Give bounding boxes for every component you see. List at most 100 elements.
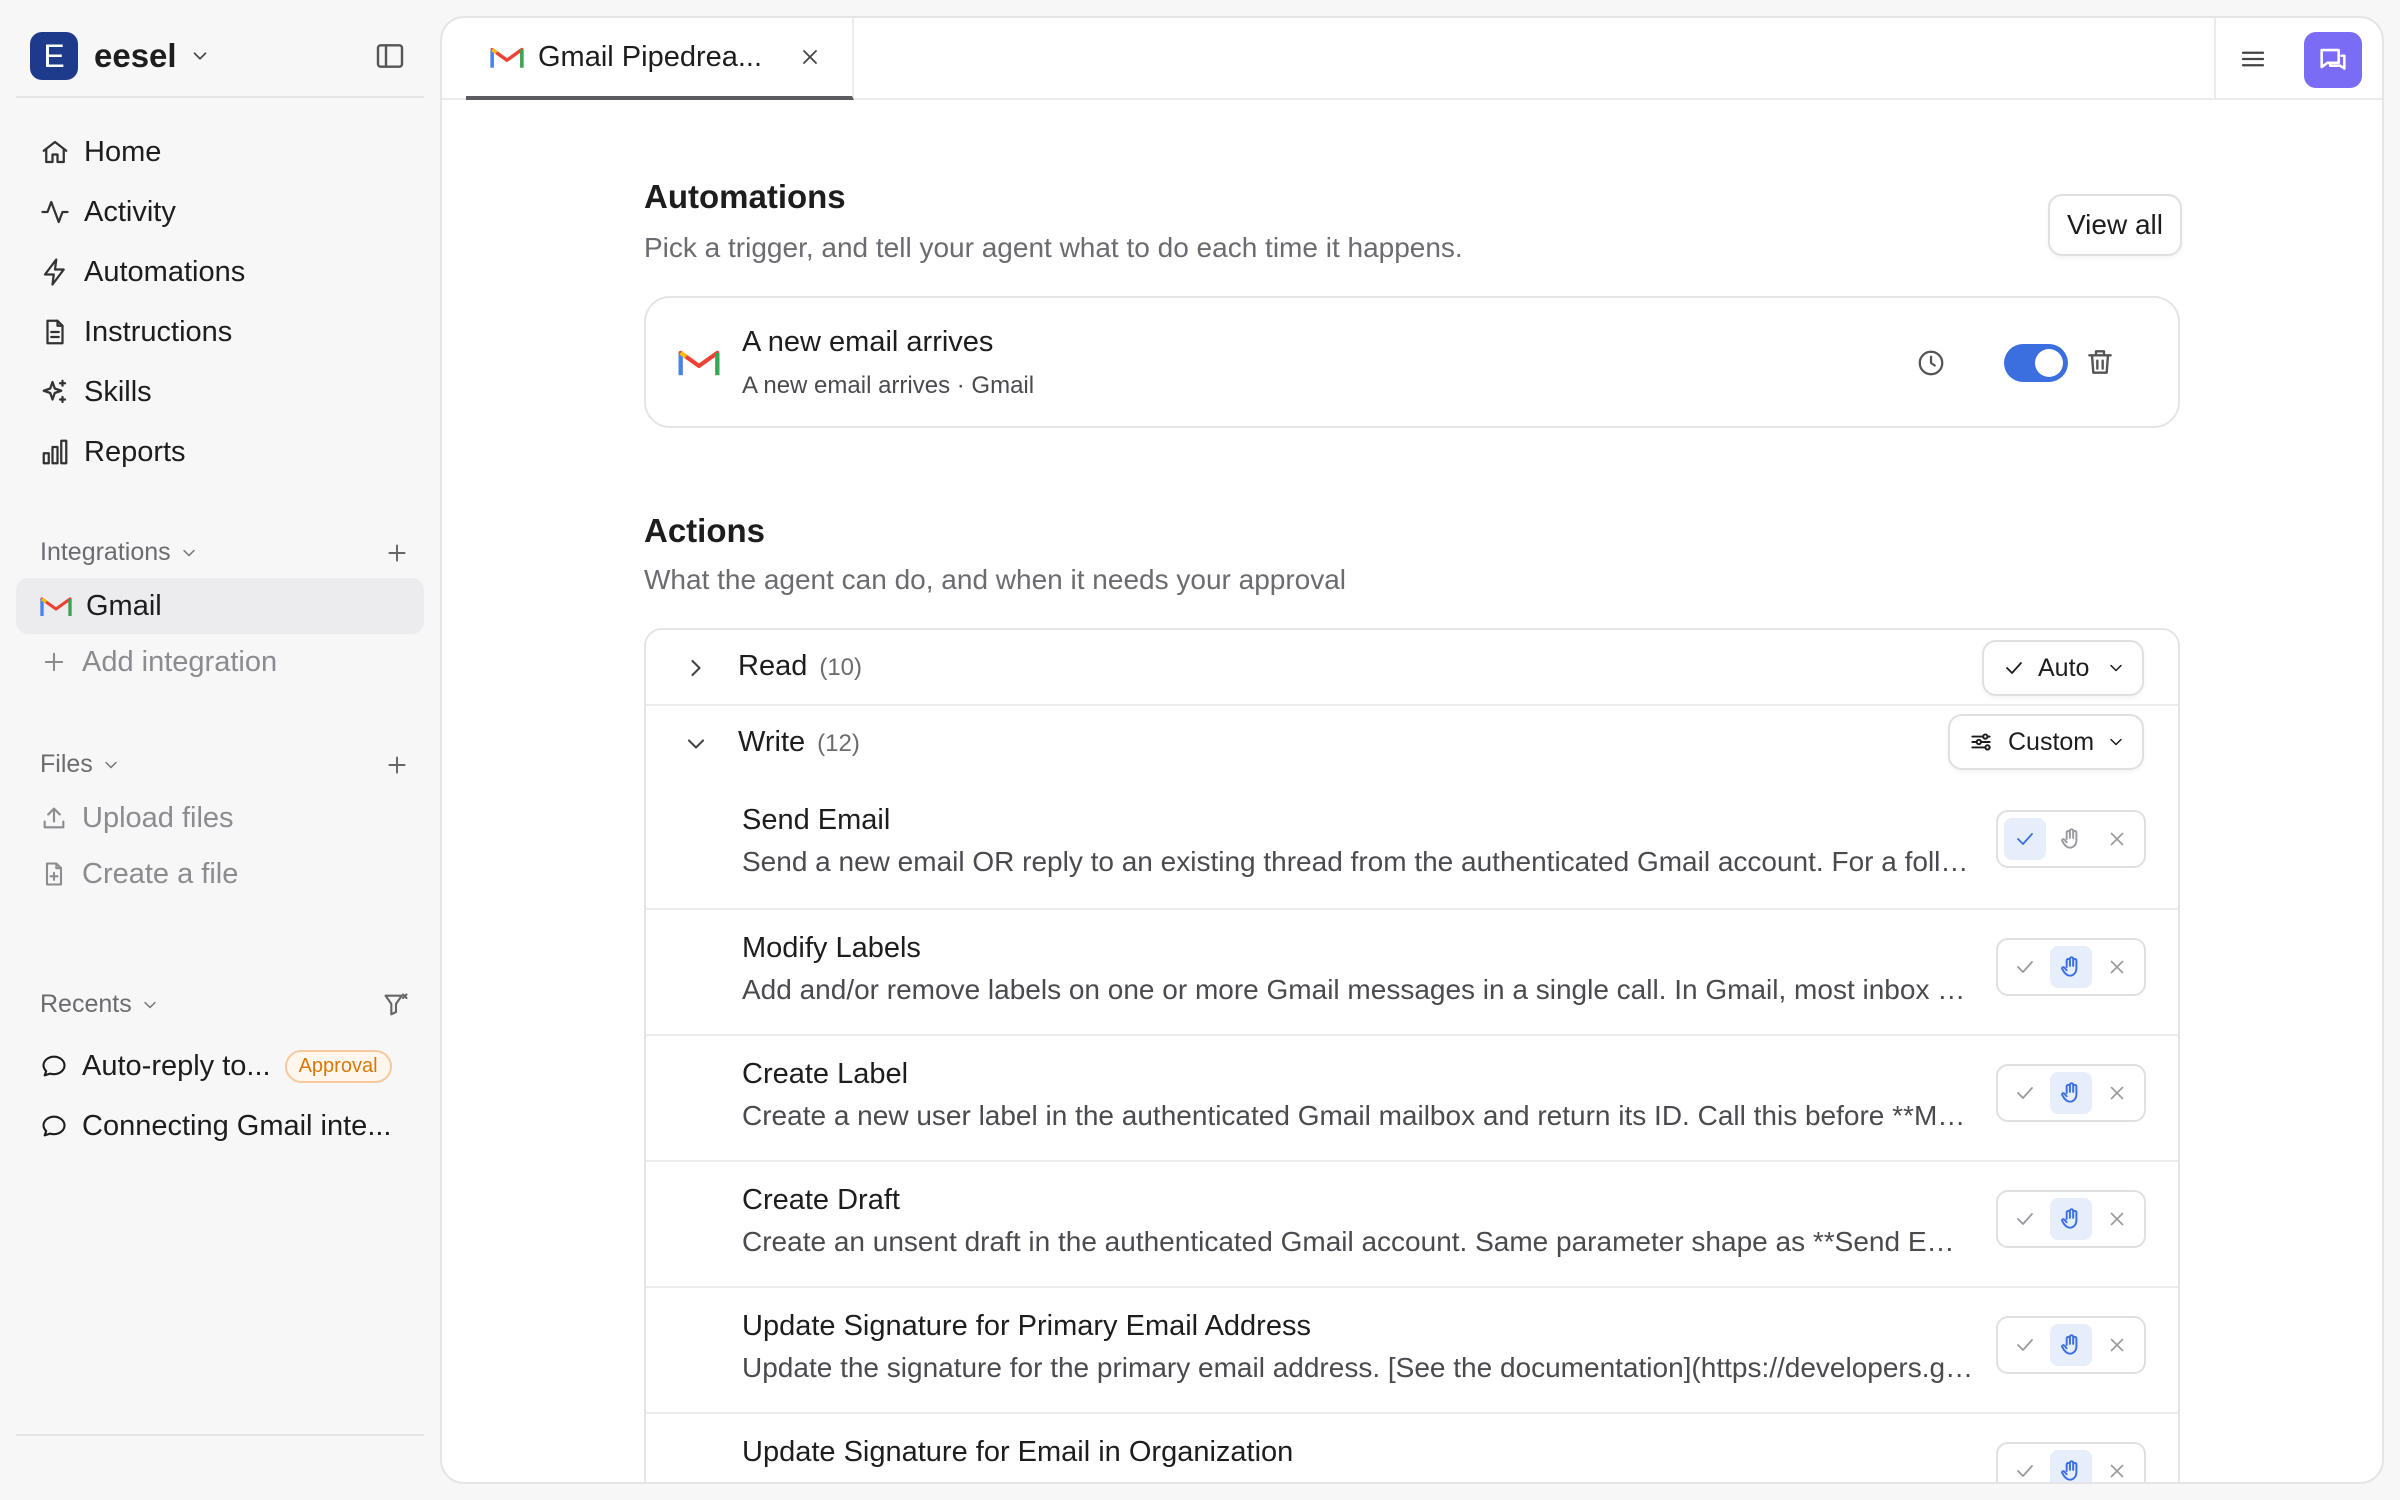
recent-item[interactable]: Connecting Gmail inte... <box>16 1098 424 1154</box>
recents-header-label: Recents <box>40 990 132 1018</box>
block-option[interactable] <box>2096 946 2138 988</box>
close-icon <box>2106 1460 2128 1482</box>
add-integration-label: Add integration <box>82 645 278 678</box>
nav-item-skills[interactable]: Skills <box>16 362 424 422</box>
close-icon <box>2106 956 2128 978</box>
files-header[interactable]: Files <box>40 750 410 779</box>
hand-icon <box>2058 1080 2084 1106</box>
nav-item-reports[interactable]: Reports <box>16 422 424 482</box>
block-option[interactable] <box>2096 1324 2138 1366</box>
chevron-down-icon <box>2106 732 2126 752</box>
chat-bubbles-icon <box>2316 43 2350 77</box>
nav-item-instructions[interactable]: Instructions <box>16 302 424 362</box>
tool-row: Send Email Send a new email OR reply to … <box>646 782 2178 908</box>
chat-bubble-icon <box>40 1052 68 1080</box>
sidebar-item-gmail[interactable]: Gmail <box>16 578 424 634</box>
recent-item[interactable]: Auto-reply to... Approval <box>16 1038 424 1094</box>
block-option[interactable] <box>2096 818 2138 860</box>
sidebar-toggle-icon[interactable] <box>374 40 406 72</box>
check-icon <box>2013 1207 2037 1231</box>
require-approval-option[interactable] <box>2050 1198 2092 1240</box>
write-mode-select[interactable]: Custom <box>1948 714 2144 770</box>
sidebar-item-label: Gmail <box>86 589 162 622</box>
chevron-down-icon <box>101 755 121 775</box>
permission-selector <box>1996 938 2146 996</box>
tool-description: Create a new user label in the authentic… <box>742 1100 1974 1131</box>
filter-icon[interactable] <box>382 991 410 1019</box>
main-panel: Gmail Pipedrea... Automations Pick a tri… <box>440 16 2384 1484</box>
nav-label: Home <box>84 135 162 168</box>
add-file-plus-icon[interactable] <box>384 752 410 778</box>
nav-item-activity[interactable]: Activity <box>16 182 424 242</box>
tool-name: Modify Labels <box>742 932 921 964</box>
allow-auto-option[interactable] <box>2004 1324 2046 1366</box>
add-integration-plus-icon[interactable] <box>384 540 410 566</box>
allow-auto-option[interactable] <box>2004 1450 2046 1482</box>
new-file-icon <box>40 860 68 888</box>
automation-toggle[interactable] <box>2004 344 2068 382</box>
read-mode-select[interactable]: Auto <box>1982 640 2144 696</box>
chevron-right-icon[interactable] <box>682 654 710 682</box>
tool-description: Update the signature for the primary ema… <box>742 1352 1974 1383</box>
chevron-down-icon <box>179 543 199 563</box>
tool-name: Update Signature for Email in Organizati… <box>742 1436 1294 1468</box>
tab-gmail-pipedream[interactable]: Gmail Pipedrea... <box>466 18 854 100</box>
nav-item-automations[interactable]: Automations <box>16 242 424 302</box>
upload-files-button[interactable]: Upload files <box>16 790 424 846</box>
close-icon <box>2106 1082 2128 1104</box>
recent-item-label: Connecting Gmail inte... <box>82 1109 392 1142</box>
view-all-button[interactable]: View all <box>2048 194 2182 256</box>
chevron-down-icon[interactable] <box>682 730 710 758</box>
allow-auto-option[interactable] <box>2004 818 2046 860</box>
automation-card[interactable]: A new email arrives A new email arrives … <box>644 296 2180 428</box>
create-file-button[interactable]: Create a file <box>16 846 424 902</box>
action-group-write[interactable]: Write (12) Custom <box>646 706 2178 782</box>
block-option[interactable] <box>2096 1450 2138 1482</box>
hand-icon <box>2058 954 2084 980</box>
add-integration-button[interactable]: Add integration <box>16 634 424 690</box>
trash-icon[interactable] <box>2084 346 2116 378</box>
actions-card: Read (10) Auto Write (12) Custom Send Em… <box>644 628 2180 1482</box>
block-option[interactable] <box>2096 1198 2138 1240</box>
mode-label: Auto <box>2038 653 2090 682</box>
integrations-header[interactable]: Integrations <box>40 538 410 567</box>
clock-icon[interactable] <box>1916 348 1946 378</box>
divider <box>16 1434 424 1436</box>
close-icon[interactable] <box>798 45 822 69</box>
block-option[interactable] <box>2096 1072 2138 1114</box>
allow-auto-option[interactable] <box>2004 1072 2046 1114</box>
chat-button[interactable] <box>2304 32 2362 88</box>
require-approval-option[interactable] <box>2050 1072 2092 1114</box>
tool-row: Create Draft Create an unsent draft in t… <box>646 1160 2178 1286</box>
hand-icon <box>2058 1332 2084 1358</box>
allow-auto-option[interactable] <box>2004 946 2046 988</box>
upload-files-label: Upload files <box>82 801 234 834</box>
tool-row: Update Signature for Primary Email Addre… <box>646 1286 2178 1412</box>
group-name: Read (10) <box>738 650 863 682</box>
require-approval-option[interactable] <box>2050 1450 2092 1482</box>
tool-name: Create Draft <box>742 1184 900 1216</box>
group-count: (10) <box>819 654 863 681</box>
bar-chart-icon <box>40 437 70 467</box>
action-group-read[interactable]: Read (10) Auto <box>646 630 2178 706</box>
tool-name: Update Signature for Primary Email Addre… <box>742 1310 1311 1342</box>
nav-label: Activity <box>84 195 176 228</box>
require-approval-option[interactable] <box>2050 1324 2092 1366</box>
automation-subtitle: A new email arrives · Gmail <box>742 372 1035 399</box>
divider <box>2214 18 2216 100</box>
hand-icon <box>2058 1458 2084 1482</box>
approval-badge: Approval <box>284 1049 392 1083</box>
workspace-switcher[interactable]: E eesel <box>30 32 211 80</box>
menu-icon[interactable] <box>2238 44 2268 74</box>
mode-label: Custom <box>2008 727 2095 756</box>
check-icon <box>2013 955 2037 979</box>
allow-auto-option[interactable] <box>2004 1198 2046 1240</box>
require-approval-option[interactable] <box>2050 818 2092 860</box>
automations-title: Automations <box>644 178 846 215</box>
recents-header[interactable]: Recents <box>40 990 410 1019</box>
require-approval-option[interactable] <box>2050 946 2092 988</box>
check-icon <box>2013 1459 2037 1482</box>
workspace-avatar: E <box>30 32 78 80</box>
check-icon <box>2013 1081 2037 1105</box>
nav-item-home[interactable]: Home <box>16 122 424 182</box>
